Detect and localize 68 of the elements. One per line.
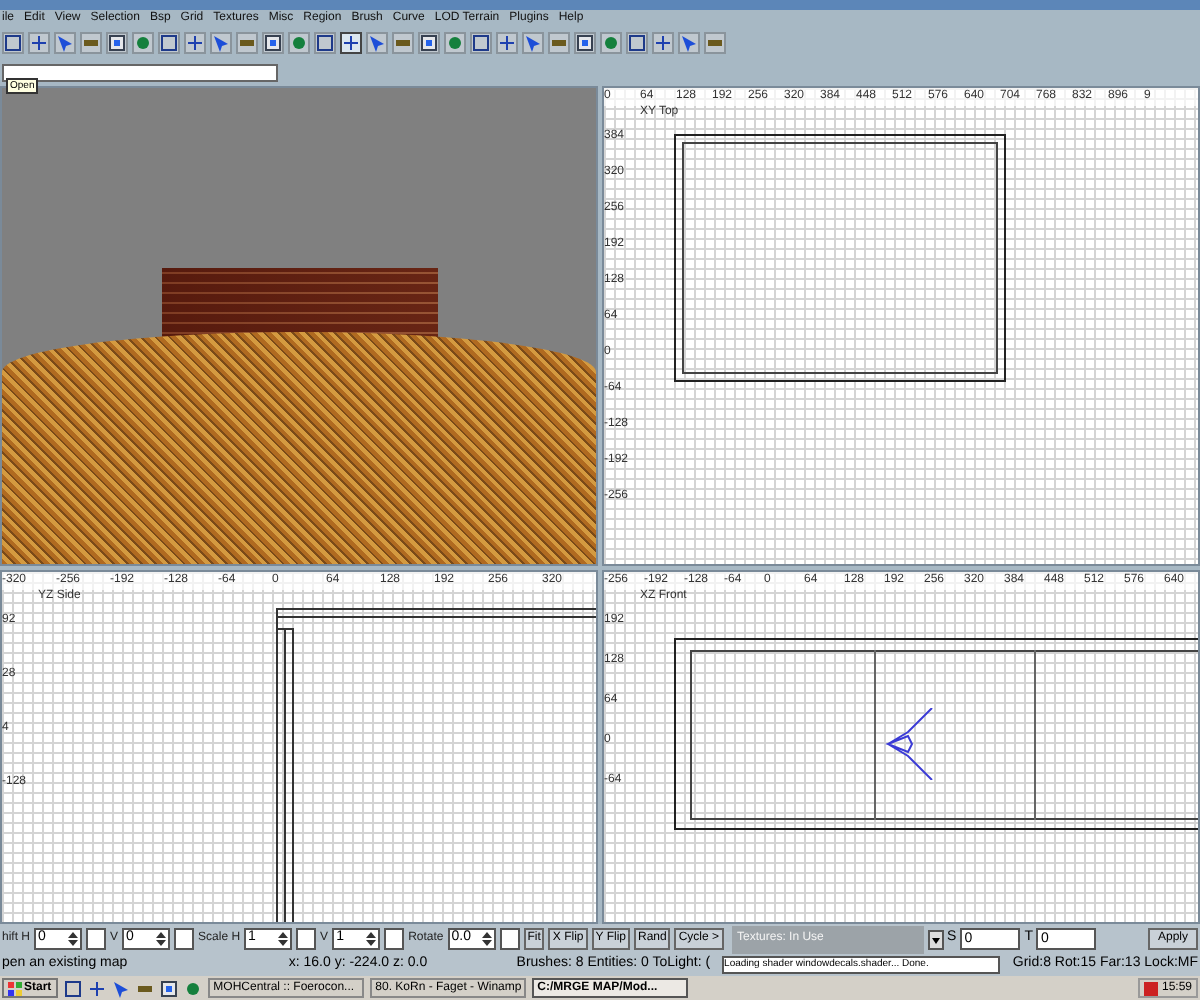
- spinner-icon: [366, 930, 377, 948]
- toolbar-button[interactable]: [184, 31, 206, 53]
- toolbar-button[interactable]: [496, 31, 518, 53]
- toolbar-button[interactable]: [678, 31, 700, 53]
- dot-icon: [446, 33, 464, 51]
- dot-icon: [134, 33, 152, 51]
- square-icon: [4, 33, 22, 51]
- spinner-icon: [68, 930, 79, 948]
- toolbar-button[interactable]: [54, 31, 76, 53]
- arrow-icon: [680, 33, 698, 51]
- toolbar-button[interactable]: [548, 31, 570, 53]
- square-icon: [472, 33, 490, 51]
- dot-icon: [290, 33, 308, 51]
- input-field[interactable]: [86, 928, 107, 950]
- frame-icon: [159, 979, 178, 997]
- toolbar-button[interactable]: [80, 31, 102, 53]
- arrow-icon: [111, 979, 130, 997]
- square-icon: [316, 33, 334, 51]
- toolbar-button[interactable]: [626, 31, 648, 53]
- toolbar-button[interactable]: [262, 31, 284, 53]
- toolbar-button[interactable]: [418, 31, 440, 53]
- camera-angle-icon: [884, 708, 936, 780]
- input-field[interactable]: [174, 928, 195, 950]
- square-icon: [63, 979, 82, 997]
- camera-viewport[interactable]: [0, 86, 598, 566]
- toolbar-button[interactable]: [340, 31, 362, 53]
- cross-icon: [342, 33, 360, 51]
- dropdown-icon[interactable]: [927, 929, 944, 949]
- toolbar-button[interactable]: [106, 31, 128, 53]
- frame-icon: [576, 33, 594, 51]
- input-field[interactable]: [296, 928, 317, 950]
- toolbar-button[interactable]: [236, 31, 258, 53]
- spinner-icon: [278, 930, 289, 948]
- toolbar-button[interactable]: [470, 31, 492, 53]
- arrow-icon: [368, 33, 386, 51]
- input-field[interactable]: [499, 928, 520, 950]
- cross-icon: [30, 33, 48, 51]
- toolbar-button[interactable]: [314, 31, 336, 53]
- square-icon: [160, 33, 178, 51]
- dot-icon: [183, 979, 202, 997]
- cross-icon: [654, 33, 672, 51]
- toolbar-button[interactable]: [158, 31, 180, 53]
- toolbar-button[interactable]: [392, 31, 414, 53]
- toolbar-button[interactable]: [652, 31, 674, 53]
- toolbar-button[interactable]: [522, 31, 544, 53]
- toolbar-button[interactable]: [28, 31, 50, 53]
- toolbar-button[interactable]: [210, 31, 232, 53]
- arrow-icon: [56, 33, 74, 51]
- cross-icon: [498, 33, 516, 51]
- arrow-icon: [212, 33, 230, 51]
- toolbar-button[interactable]: [574, 31, 596, 53]
- input-field[interactable]: [384, 928, 405, 950]
- spinner-icon: [481, 930, 492, 948]
- tray-icon: [1143, 981, 1158, 995]
- command-field[interactable]: [2, 64, 278, 82]
- windows-logo-icon: [8, 981, 22, 995]
- arrow-icon: [524, 33, 542, 51]
- frame-icon: [108, 33, 126, 51]
- cross-icon: [87, 979, 106, 997]
- toolbar-button[interactable]: [704, 31, 726, 53]
- dot-icon: [602, 33, 620, 51]
- cross-icon: [186, 33, 204, 51]
- frame-icon: [264, 33, 282, 51]
- frame-icon: [420, 33, 438, 51]
- toolbar-button[interactable]: [366, 31, 388, 53]
- spinner-icon: [156, 930, 167, 948]
- square-icon: [628, 33, 646, 51]
- toolbar-button[interactable]: [2, 31, 24, 53]
